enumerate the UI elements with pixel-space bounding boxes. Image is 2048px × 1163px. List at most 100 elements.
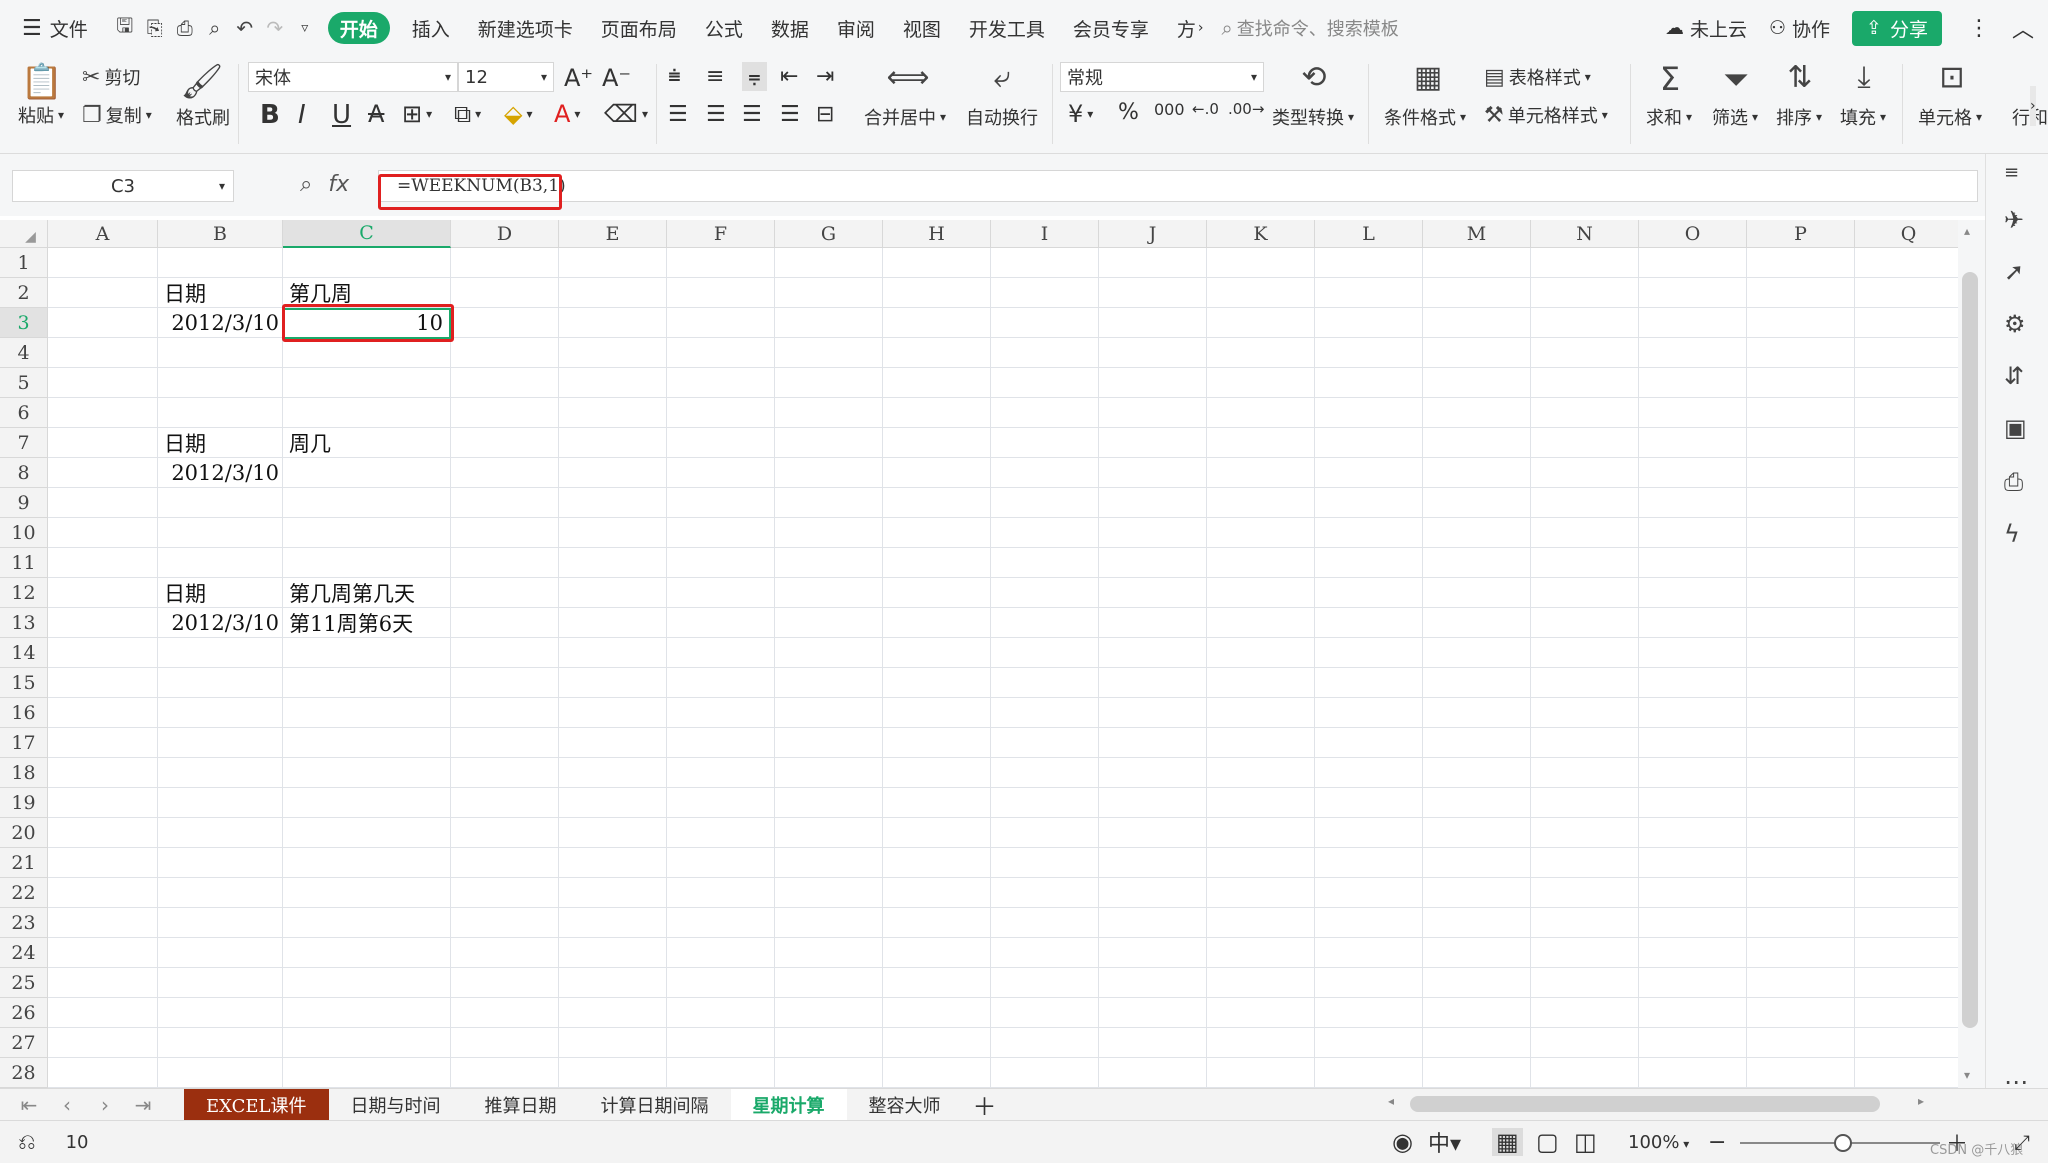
- print-preview-icon[interactable]: ⌕: [200, 0, 230, 56]
- increase-decimal-icon[interactable]: ←.0: [1192, 100, 1219, 118]
- merge-center-icon[interactable]: ⟺: [884, 60, 932, 95]
- image-icon[interactable]: ▣: [2004, 414, 2027, 442]
- align-bottom-icon[interactable]: ⩦: [742, 62, 767, 91]
- sheet-tab-excel-course[interactable]: EXCEL课件: [184, 1088, 329, 1121]
- zoom-out-icon[interactable]: −: [1708, 1130, 1726, 1155]
- percent-icon[interactable]: %: [1118, 100, 1139, 125]
- cell-b2[interactable]: 日期: [160, 278, 283, 308]
- cell-c13[interactable]: 第11周第6天: [285, 608, 451, 638]
- column-header-c[interactable]: C: [283, 220, 451, 248]
- tab-insert[interactable]: 插入: [398, 0, 464, 56]
- print-icon[interactable]: ⎙: [170, 0, 200, 56]
- sum-icon[interactable]: Σ: [1646, 60, 1694, 98]
- column-header-m[interactable]: M: [1423, 220, 1531, 248]
- column-header-f[interactable]: F: [667, 220, 775, 248]
- undo-icon[interactable]: ↶: [230, 0, 260, 56]
- horizontal-scroll-thumb[interactable]: [1410, 1096, 1880, 1112]
- justify-icon[interactable]: ☰: [780, 102, 800, 127]
- filter-icon[interactable]: ⏷: [1712, 60, 1760, 99]
- macro-record-icon[interactable]: ⎌: [18, 1130, 36, 1155]
- tab-page-layout[interactable]: 页面布局: [587, 0, 691, 56]
- column-header-e[interactable]: E: [559, 220, 667, 248]
- column-header-g[interactable]: G: [775, 220, 883, 248]
- row-header-20[interactable]: 20: [0, 818, 48, 848]
- thousands-icon[interactable]: 000: [1154, 100, 1185, 119]
- merge-center-button[interactable]: 合并居中 ▾: [864, 104, 946, 130]
- ribbon-scroll-right-icon[interactable]: ›: [2030, 86, 2036, 126]
- fill-style-icon[interactable]: ⧉ ▾: [454, 100, 481, 128]
- row-header-15[interactable]: 15: [0, 668, 48, 698]
- cell-button[interactable]: 单元格 ▾: [1918, 104, 1982, 130]
- eye-protect-icon[interactable]: ◉: [1392, 1128, 1413, 1156]
- select-all-corner[interactable]: ◢: [0, 220, 48, 248]
- tab-view[interactable]: 视图: [889, 0, 955, 56]
- fullscreen-icon[interactable]: ⤢: [2014, 1130, 2030, 1154]
- row-header-26[interactable]: 26: [0, 998, 48, 1028]
- increase-indent-icon[interactable]: ⇥: [816, 64, 834, 89]
- more-options-icon[interactable]: ⋮: [1968, 16, 1990, 41]
- row-header-3[interactable]: 3: [0, 308, 48, 338]
- decrease-indent-icon[interactable]: ⇤: [780, 64, 798, 89]
- rocket-icon[interactable]: ✈: [2004, 206, 2024, 234]
- font-name-select[interactable]: 宋体 ▾: [248, 62, 458, 92]
- row-header-7[interactable]: 7: [0, 428, 48, 458]
- wrap-text-icon[interactable]: ⤶: [978, 60, 1026, 95]
- row-header-27[interactable]: 27: [0, 1028, 48, 1058]
- increase-font-icon[interactable]: A⁺: [564, 64, 593, 92]
- next-sheet-icon[interactable]: ›: [86, 1093, 124, 1117]
- zoom-icon[interactable]: ⌕: [300, 172, 312, 197]
- sheet-tab-makeover[interactable]: 整容大师: [847, 1089, 963, 1121]
- fill-color-icon[interactable]: ⬙ ▾: [504, 100, 533, 128]
- row-header-5[interactable]: 5: [0, 368, 48, 398]
- row-header-25[interactable]: 25: [0, 968, 48, 998]
- row-header-1[interactable]: 1: [0, 248, 48, 278]
- zoom-level[interactable]: 100% ▾: [1628, 1132, 1689, 1153]
- tab-formulas[interactable]: 公式: [691, 0, 757, 56]
- transform-icon[interactable]: ⇵: [2004, 362, 2024, 390]
- row-header-19[interactable]: 19: [0, 788, 48, 818]
- column-header-i[interactable]: I: [991, 220, 1099, 248]
- column-header-b[interactable]: B: [158, 220, 283, 248]
- column-header-q[interactable]: Q: [1855, 220, 1958, 248]
- conditional-format-icon[interactable]: ▦: [1404, 60, 1452, 95]
- sheet-tab-date-time[interactable]: 日期与时间: [329, 1089, 463, 1121]
- align-right-icon[interactable]: ☰: [742, 102, 762, 127]
- settings-sliders-icon[interactable]: ⚙: [2004, 310, 2026, 338]
- column-header-j[interactable]: J: [1099, 220, 1207, 248]
- underline-icon[interactable]: U: [332, 100, 351, 130]
- row-header-9[interactable]: 9: [0, 488, 48, 518]
- format-painter-button[interactable]: 格式刷: [176, 104, 230, 130]
- align-left-icon[interactable]: ☰: [668, 102, 688, 127]
- table-style-button[interactable]: ▤ 表格样式 ▾: [1484, 64, 1591, 90]
- sum-button[interactable]: 求和 ▾: [1646, 104, 1692, 130]
- wrap-text-button[interactable]: 自动换行: [966, 104, 1038, 130]
- row-header-12[interactable]: 12: [0, 578, 48, 608]
- column-header-a[interactable]: A: [48, 220, 158, 248]
- row-header-28[interactable]: 28: [0, 1058, 48, 1088]
- font-color-icon[interactable]: A ▾: [554, 100, 580, 128]
- row-header-10[interactable]: 10: [0, 518, 48, 548]
- align-center-icon[interactable]: ☰: [706, 102, 726, 127]
- tab-review[interactable]: 审阅: [823, 0, 889, 56]
- number-format-select[interactable]: 常规 ▾: [1060, 62, 1264, 92]
- scroll-down-icon[interactable]: ▾: [1964, 1068, 1970, 1082]
- export-icon[interactable]: ⎘: [140, 0, 170, 56]
- border-icon[interactable]: ⊞ ▾: [402, 100, 432, 128]
- hscroll-right-icon[interactable]: ▸: [1918, 1094, 1924, 1108]
- currency-icon[interactable]: ¥ ▾: [1068, 100, 1093, 128]
- strikethrough-icon[interactable]: A: [368, 100, 384, 128]
- copy-button[interactable]: ❐ 复制 ▾: [82, 102, 152, 128]
- decrease-font-icon[interactable]: A⁻: [602, 64, 631, 92]
- spreadsheet-grid[interactable]: ◢ A B C D E F G H I J K L M N O P Q 1234…: [0, 220, 1958, 1088]
- paste-button[interactable]: 粘贴 ▾: [18, 102, 64, 128]
- italic-icon[interactable]: I: [298, 100, 306, 130]
- share-button[interactable]: ⇪ 分享: [1852, 10, 1942, 46]
- vertical-scroll-thumb[interactable]: [1962, 272, 1978, 1028]
- align-top-icon[interactable]: ⩧: [668, 64, 681, 89]
- prev-sheet-icon[interactable]: ‹: [48, 1093, 86, 1117]
- column-header-n[interactable]: N: [1531, 220, 1639, 248]
- filter-button[interactable]: 筛选 ▾: [1712, 104, 1758, 130]
- row-header-24[interactable]: 24: [0, 938, 48, 968]
- row-header-16[interactable]: 16: [0, 698, 48, 728]
- tab-data[interactable]: 数据: [757, 0, 823, 56]
